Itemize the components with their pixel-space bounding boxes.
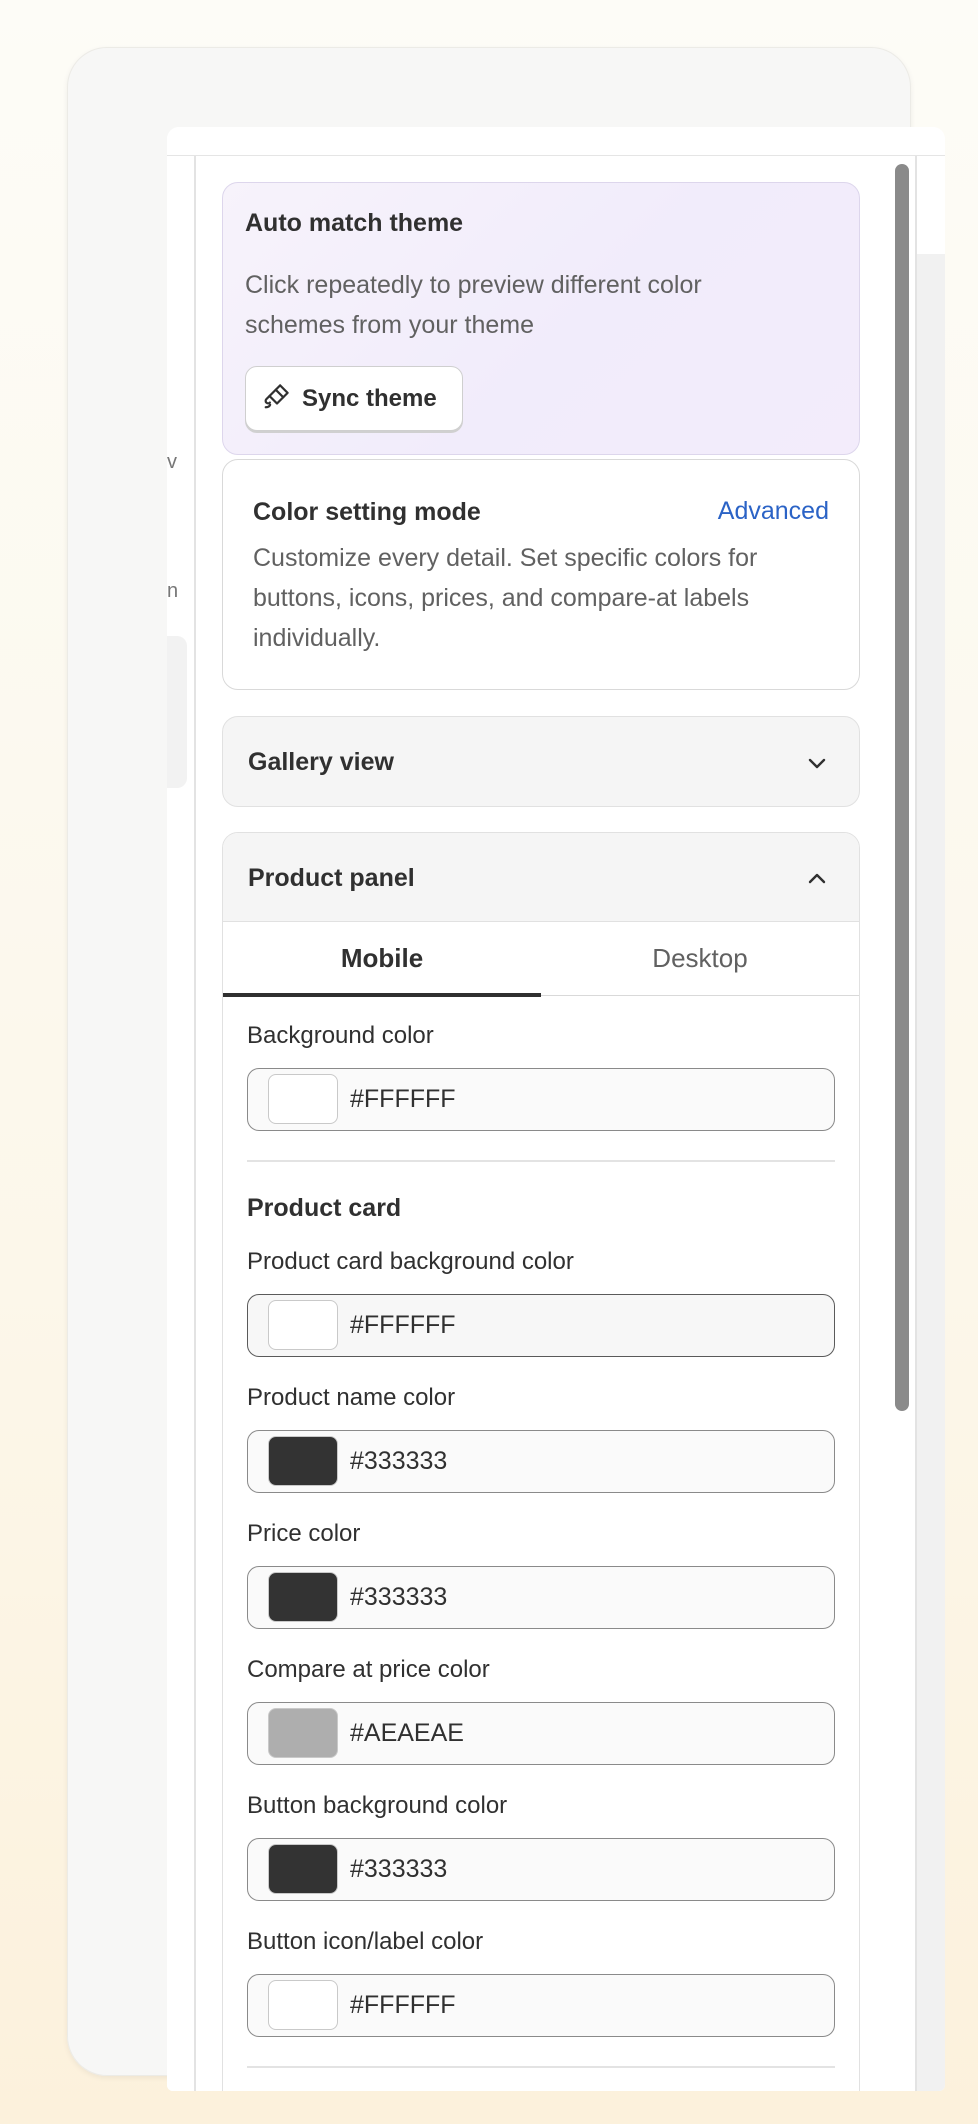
color-swatch[interactable] <box>268 1844 338 1894</box>
product-card-section-title: Product card <box>247 1194 402 1222</box>
color-mode-description: Customize every detail. Set specific col… <box>253 544 758 652</box>
scrollbar-thumb[interactable] <box>895 164 909 1411</box>
color-swatch[interactable] <box>268 1436 338 1486</box>
background-color-input[interactable]: #FFFFFF <box>247 1068 835 1131</box>
product-panel-header[interactable]: Product panel <box>223 833 859 922</box>
advanced-mode-link[interactable]: Advanced <box>718 497 829 526</box>
auto-match-title: Auto match theme <box>245 209 464 237</box>
gallery-view-accordion[interactable]: Gallery view <box>222 716 860 807</box>
button-icon-color-label: Button icon/label color <box>247 1928 484 1955</box>
sidebar-item-fragment[interactable]: v <box>167 451 177 474</box>
auto-match-card: Auto match theme Click repeatedly to pre… <box>222 182 860 455</box>
color-swatch[interactable] <box>268 1980 338 2030</box>
auto-match-description: Click repeatedly to preview different co… <box>245 271 702 339</box>
window-top-bar <box>167 127 945 156</box>
product-name-color-label: Product name color <box>247 1384 456 1411</box>
sync-theme-button[interactable]: Sync theme <box>245 366 463 431</box>
background-color-label: Background color <box>247 1022 434 1049</box>
background-color-value: #FFFFFF <box>350 1085 456 1113</box>
button-icon-color-input[interactable]: #FFFFFF <box>247 1974 835 2037</box>
compare-price-color-value: #AEAEAE <box>350 1719 464 1747</box>
product-panel-title: Product panel <box>248 864 415 892</box>
left-sidebar: v n <box>167 156 196 2091</box>
preview-header <box>917 156 945 254</box>
product-card-bg-value: #FFFFFF <box>350 1311 456 1339</box>
device-tabs: Mobile Desktop <box>223 922 859 997</box>
color-swatch[interactable] <box>268 1708 338 1758</box>
chevron-up-icon <box>805 867 829 891</box>
preview-edge <box>915 156 945 2091</box>
button-icon-color-value: #FFFFFF <box>350 1991 456 2019</box>
price-color-value: #333333 <box>350 1583 448 1611</box>
color-swatch[interactable] <box>268 1300 338 1350</box>
product-panel-accordion: Product panel Mobile Desktop Background … <box>222 832 860 2091</box>
compare-price-color-input[interactable]: #AEAEAE <box>247 1702 835 1765</box>
settings-window: v n Auto match theme Click repeatedly to… <box>167 127 945 2091</box>
product-card-bg-label: Product card background color <box>247 1248 574 1275</box>
paint-brush-icon <box>262 381 292 416</box>
compare-price-color-label: Compare at price color <box>247 1656 490 1683</box>
color-swatch[interactable] <box>268 1572 338 1622</box>
price-color-input[interactable]: #333333 <box>247 1566 835 1629</box>
button-bg-color-label: Button background color <box>247 1792 508 1819</box>
tab-mobile[interactable]: Mobile <box>223 922 541 997</box>
color-mode-title: Color setting mode <box>253 498 481 526</box>
sidebar-item-fragment[interactable]: n <box>167 580 178 603</box>
gallery-view-title: Gallery view <box>248 748 394 776</box>
product-name-color-input[interactable]: #333333 <box>247 1430 835 1493</box>
button-bg-color-input[interactable]: #333333 <box>247 1838 835 1901</box>
scrollbar[interactable] <box>889 156 915 2091</box>
tab-desktop[interactable]: Desktop <box>541 922 859 995</box>
section-divider <box>247 1160 835 1162</box>
product-name-color-value: #333333 <box>350 1447 448 1475</box>
button-bg-color-value: #333333 <box>350 1855 448 1883</box>
color-mode-card: Color setting mode Advanced Customize ev… <box>222 459 860 690</box>
sync-theme-label: Sync theme <box>302 384 437 412</box>
section-divider <box>247 2066 835 2068</box>
price-color-label: Price color <box>247 1520 361 1547</box>
color-swatch[interactable] <box>268 1074 338 1124</box>
product-card-bg-input[interactable]: #FFFFFF <box>247 1294 835 1357</box>
chevron-down-icon <box>805 751 829 775</box>
sidebar-selected-item[interactable] <box>167 636 187 788</box>
app-frame: v n Auto match theme Click repeatedly to… <box>67 47 945 2091</box>
